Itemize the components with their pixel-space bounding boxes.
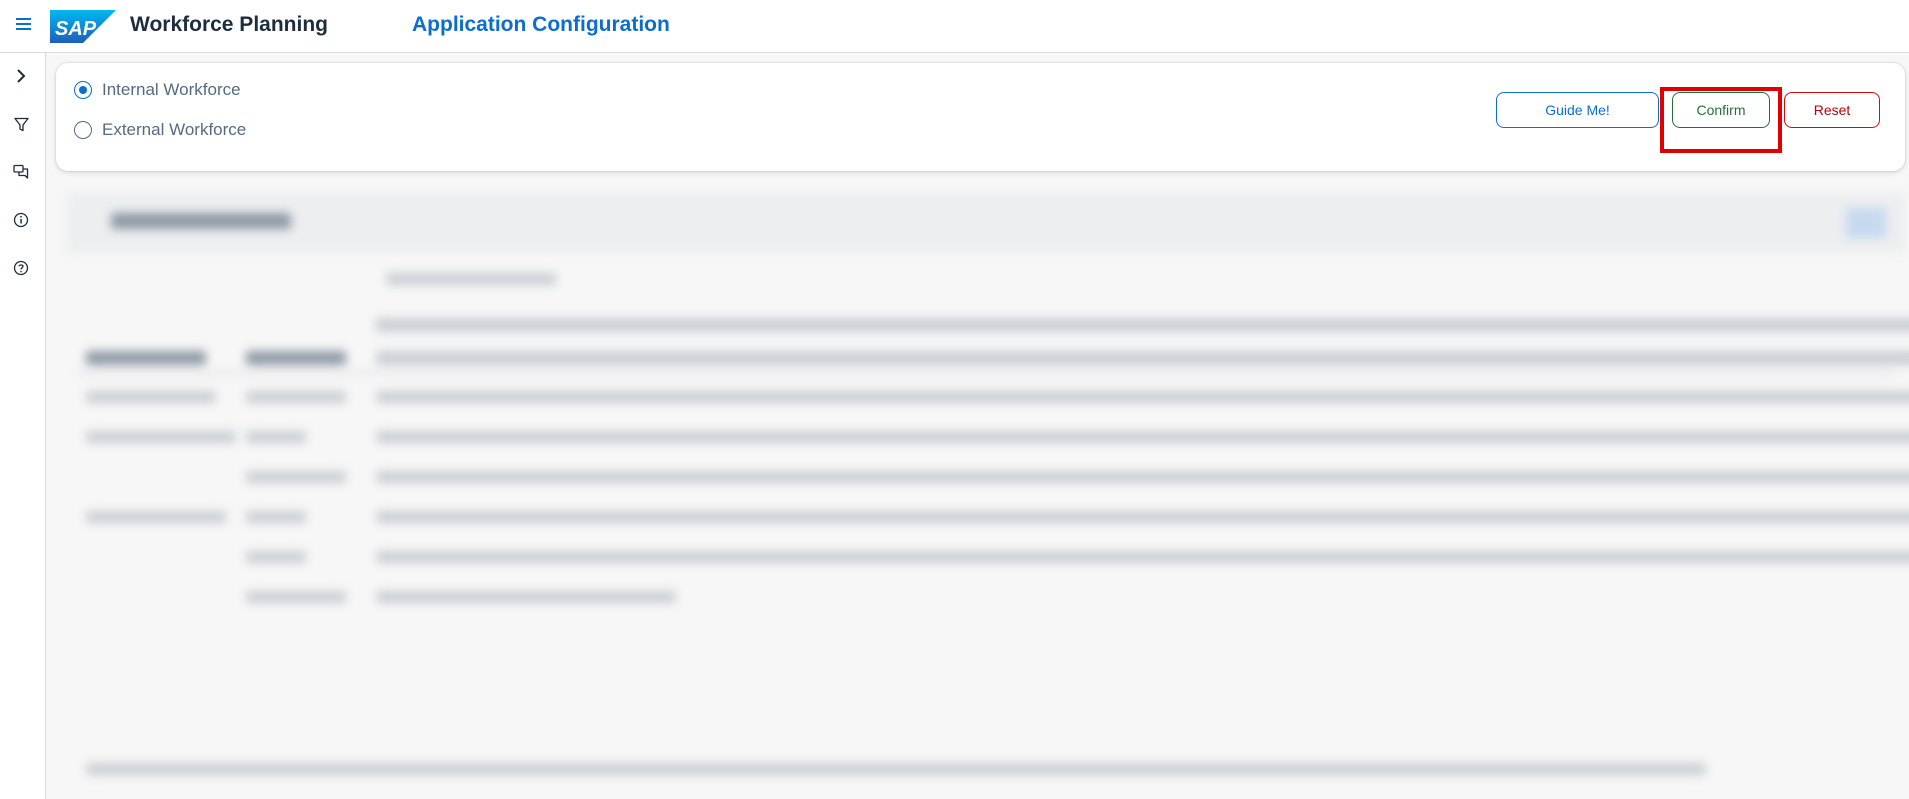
hamburger-menu-icon[interactable]	[14, 14, 34, 34]
radio-button-unselected[interactable]	[74, 121, 92, 139]
reset-button[interactable]: Reset	[1784, 92, 1880, 128]
radio-internal-workforce[interactable]: Internal Workforce	[74, 80, 241, 100]
chevron-right-icon[interactable]	[10, 65, 32, 87]
sap-logo-text: SAP	[55, 18, 97, 40]
guide-me-button[interactable]: Guide Me!	[1496, 92, 1659, 128]
radio-label-internal: Internal Workforce	[102, 80, 241, 99]
radio-external-workforce[interactable]: External Workforce	[74, 120, 246, 140]
sap-logo: SAP	[50, 10, 116, 43]
filter-icon[interactable]	[10, 113, 32, 135]
app-title: Workforce Planning	[130, 13, 328, 36]
confirm-button[interactable]: Confirm	[1672, 92, 1770, 128]
side-navigation	[0, 53, 46, 799]
comments-icon[interactable]	[10, 161, 32, 183]
workforce-selection-card: Internal Workforce External Workforce Gu…	[56, 63, 1905, 171]
radio-label-external: External Workforce	[102, 120, 247, 139]
main-content: Internal Workforce External Workforce Gu…	[46, 53, 1909, 799]
radio-button-selected[interactable]	[74, 81, 92, 99]
shell-bar: SAP Workforce Planning Application Confi…	[0, 0, 1909, 53]
info-icon[interactable]	[10, 209, 32, 231]
page-title: Application Configuration	[412, 13, 670, 36]
help-icon[interactable]	[10, 257, 32, 279]
blurred-table-area	[56, 183, 1909, 793]
